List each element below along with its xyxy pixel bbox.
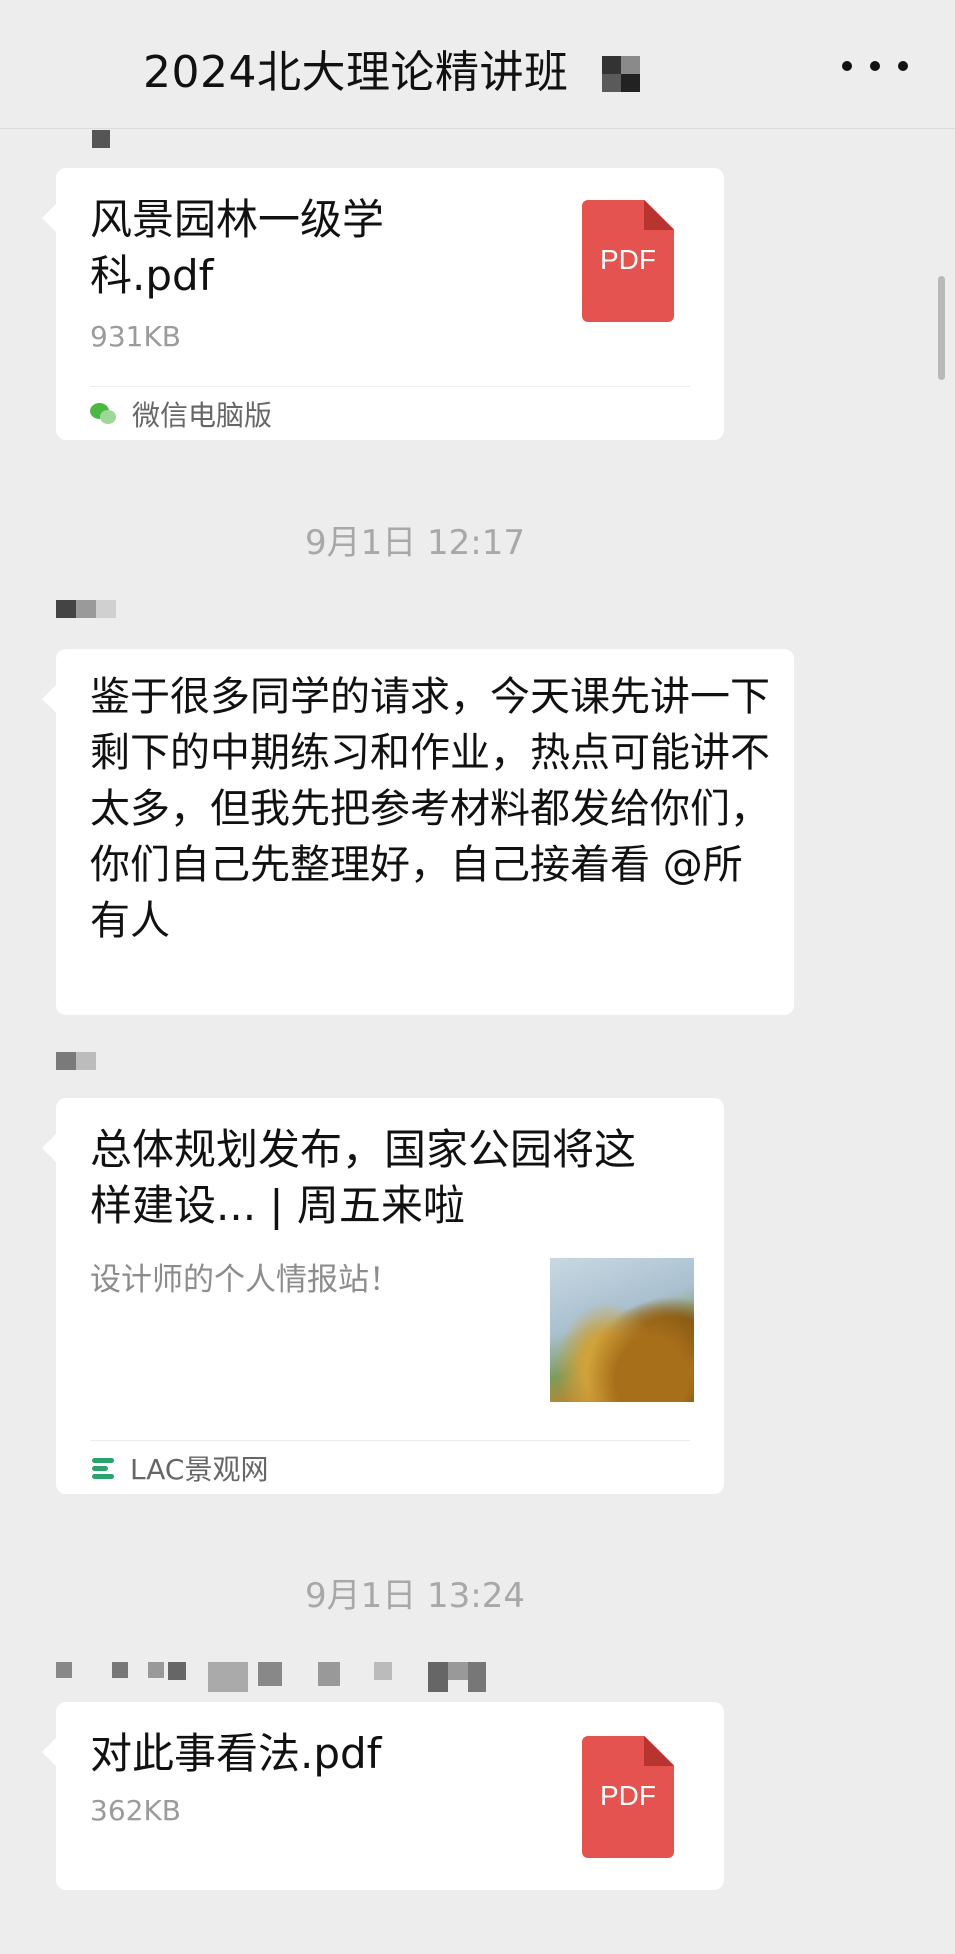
message-text: 鉴于很多同学的请求，今天课先讲一下剩下的中期练习和作业，热点可能讲不太多，但我先… (90, 674, 770, 944)
chat-title: 2024北大理论精讲班 (143, 47, 569, 98)
file-size: 362KB (90, 1794, 182, 1827)
pdf-fold (644, 200, 674, 230)
sender-name-redacted (56, 1052, 100, 1072)
file-source: 微信电脑版 (90, 394, 272, 434)
pdf-label: PDF (600, 244, 656, 275)
more-icon[interactable] (842, 44, 908, 88)
sender-name-redacted (56, 600, 132, 620)
pdf-file-icon: PDF (582, 200, 674, 322)
text-message[interactable]: 鉴于很多同学的请求，今天课先讲一下剩下的中期练习和作业，热点可能讲不太多，但我先… (42, 649, 794, 1015)
sender-name-redacted (92, 130, 112, 150)
pdf-label: PDF (600, 1780, 656, 1811)
pdf-fold (644, 1736, 674, 1766)
link-title: 总体规划发布，国家公园将这样建设... | 周五来啦 (90, 1125, 637, 1230)
source-label: LAC景观网 (130, 1453, 269, 1486)
file-message[interactable]: 风景园林一级学科.pdf 931KB PDF 微信电脑版 (42, 168, 724, 440)
file-size: 931KB (90, 320, 182, 353)
file-name: 风景园林一级学科.pdf (90, 195, 385, 300)
link-description: 设计师的个人情报站！ (90, 1262, 400, 1298)
pixelated-redaction (602, 56, 640, 92)
wechat-icon (90, 401, 120, 427)
link-source: LAC景观网 (90, 1448, 268, 1488)
timestamp: 9月1日 13:24 (304, 1576, 526, 1616)
divider (90, 1440, 690, 1441)
link-card-message[interactable]: 总体规划发布，国家公园将这样建设... | 周五来啦 设计师的个人情报站！ LA… (42, 1098, 724, 1494)
divider (90, 386, 690, 387)
timestamp: 9月1日 12:17 (304, 523, 526, 563)
file-name: 对此事看法.pdf (90, 1729, 382, 1778)
lac-icon (90, 1455, 116, 1481)
sender-name-redacted (56, 1662, 486, 1692)
source-label: 微信电脑版 (132, 399, 273, 432)
more-dot (870, 61, 880, 71)
file-message[interactable]: 对此事看法.pdf 362KB PDF (42, 1702, 724, 1890)
scrollbar[interactable] (938, 276, 945, 380)
chat-header: 2024北大理论精讲班 (0, 0, 955, 129)
more-dot (842, 61, 852, 71)
link-thumbnail-image (550, 1258, 694, 1402)
pdf-file-icon: PDF (582, 1736, 674, 1858)
more-dot (898, 61, 908, 71)
